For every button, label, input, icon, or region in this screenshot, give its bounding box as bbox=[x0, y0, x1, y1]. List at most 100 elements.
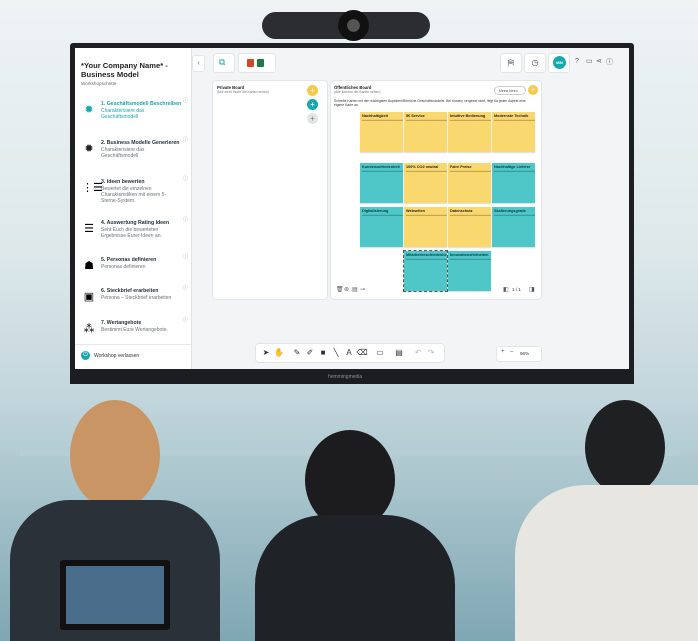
lightbulb-icon: ✹ bbox=[84, 143, 94, 155]
boards-button[interactable]: ⧉ bbox=[213, 53, 235, 73]
card-icon[interactable]: ▤ bbox=[393, 347, 405, 359]
card-title: 100% CO2 neutral bbox=[406, 165, 439, 169]
screen: *Your Company Name* - Business Model Wor… bbox=[75, 48, 629, 369]
public-board[interactable]: Öffentliches Board (Alle können die Kart… bbox=[330, 80, 542, 300]
idea-card[interactable]: Innovationsfreiheiten ━━━━━━━━━━━━━━━━━━━… bbox=[448, 251, 491, 291]
step-title: 5. Personas definieren bbox=[101, 257, 157, 263]
info-icon[interactable]: ⓘ bbox=[183, 97, 188, 104]
add-card-button[interactable]: + bbox=[307, 85, 318, 96]
idea-card[interactable]: Digitalisierung ━━━━━━━━━━━━━━━━━━━━━━━━━… bbox=[360, 207, 403, 247]
eraser-icon[interactable]: ⌫ bbox=[356, 347, 368, 359]
step-title: 6. Steckbrief erarbeiten bbox=[101, 288, 159, 294]
private-board-subtitle: (Nur sieht Ihnen die Karten sehen) bbox=[217, 90, 269, 94]
trash-icon[interactable]: 🗑 bbox=[336, 286, 344, 293]
step-5[interactable]: ☗ 5. Personas definieren Personas defini… bbox=[75, 251, 191, 285]
rectangle-icon[interactable]: ■ bbox=[317, 347, 329, 359]
redo-icon[interactable]: ↷ bbox=[425, 347, 437, 359]
zoom-level: 96% bbox=[520, 351, 530, 356]
drawing-toolbar: ➤ ✋ ✎ ✐ ■ ╲ A ⌫ ▭ ▤ ↶ ↷ bbox=[255, 343, 445, 363]
step-desc: Charakterisiere das Geschäftsmodell bbox=[101, 108, 145, 120]
prev-page-button[interactable]: ◧ bbox=[503, 286, 509, 293]
display-bottom-bar: hemmingmedia bbox=[70, 370, 634, 384]
info-icon[interactable]: ⓘ bbox=[183, 175, 188, 182]
line-icon[interactable]: ╲ bbox=[330, 347, 342, 359]
add-card-button[interactable]: + bbox=[307, 113, 318, 124]
copy-icon: ⧉ bbox=[219, 57, 226, 67]
key-icon[interactable]: ⊸ bbox=[360, 286, 365, 293]
idea-card[interactable]: Modernste Technik ━━━━━━━━━━━━━━━━━━━━━━━… bbox=[492, 112, 535, 152]
idea-card[interactable]: Nachhaltigkeit━━━━━━━━━━━━━━━━━━━━━━━━━━… bbox=[360, 112, 403, 152]
toggle-label: Meine Ideen bbox=[499, 89, 518, 93]
step-desc: Personas definieren bbox=[101, 264, 146, 270]
my-ideas-toggle[interactable]: Meine Ideen bbox=[494, 86, 526, 95]
collapse-sidebar-button[interactable]: ‹ bbox=[192, 55, 205, 72]
export-button[interactable] bbox=[238, 53, 276, 73]
brush-icon[interactable]: ✐ bbox=[304, 347, 316, 359]
cycle-icon[interactable]: ⊚ bbox=[344, 286, 349, 293]
help-icon[interactable]: ? bbox=[575, 58, 579, 65]
share-icon[interactable]: ⋖ bbox=[596, 57, 602, 65]
step-desc: Bestimmt Eure Wertangebote. bbox=[101, 327, 168, 333]
add-public-card-button[interactable]: + bbox=[528, 85, 538, 95]
public-board-subtitle: (Alle können die Karten sehen) bbox=[334, 90, 381, 94]
idea-card[interactable]: 5€ Service━━━━━━━━━━━━━━━━━━━━━━━━━━━━━━… bbox=[404, 112, 447, 152]
card-title: Datenschutz bbox=[450, 209, 473, 213]
plus-icon: + bbox=[310, 100, 315, 109]
idea-card[interactable]: Faire Preise━━━━━━━━━━━━━━━━━━━━━━━━━━━━… bbox=[448, 163, 491, 203]
step-7[interactable]: ⁂ 7. Wertangebote Bestimmt Eure Wertange… bbox=[75, 314, 191, 348]
card-title: Mitarbeiterzufriedenheit bbox=[406, 253, 447, 257]
add-card-button[interactable]: + bbox=[307, 99, 318, 110]
idea-card[interactable]: Webseiten━━━━━━━━━━━━━━━━━━━━━━━━━━━━━━━… bbox=[404, 207, 447, 247]
person-icon: ☗ bbox=[84, 260, 94, 272]
zoom-out-button[interactable]: – bbox=[510, 349, 513, 355]
image-icon[interactable]: ▭ bbox=[374, 347, 386, 359]
pointer-icon[interactable]: ➤ bbox=[260, 347, 272, 359]
pen-icon[interactable]: ✎ bbox=[291, 347, 303, 359]
card-title: Modernste Technik bbox=[494, 114, 529, 118]
zoom-in-button[interactable]: + bbox=[501, 349, 505, 355]
info-icon[interactable]: ⓘ bbox=[183, 284, 188, 291]
info-icon[interactable]: ⓘ bbox=[606, 57, 613, 67]
idea-card-selected[interactable]: Mitarbeiterzufriedenheit ━━━━━━━━━━━━━━━━… bbox=[403, 250, 448, 292]
audience-head-left bbox=[70, 400, 160, 510]
leave-workshop-button[interactable]: ⏻ Workshop verlassen bbox=[75, 344, 191, 369]
step-3[interactable]: ⋮☰ 3. Ideen bewerten Bewertet die einzel… bbox=[75, 173, 191, 213]
lightbulb-icon: ✹ bbox=[84, 104, 94, 116]
step-1[interactable]: ✹ 1. Geschäftsmodell Beschreiben Charakt… bbox=[75, 95, 191, 129]
presenter-icon: ⛿ bbox=[507, 58, 515, 68]
idea-card[interactable]: Kundenzufriedenheit ━━━━━━━━━━━━━━━━━━━━━… bbox=[360, 163, 403, 203]
info-icon[interactable]: ⓘ bbox=[183, 136, 188, 143]
card-title: Faire Preise bbox=[450, 165, 472, 169]
step-title: 7. Wertangebote bbox=[101, 320, 142, 326]
document-icon[interactable]: ▤ bbox=[352, 286, 358, 293]
hand-icon[interactable]: ✋ bbox=[273, 347, 285, 359]
text-icon[interactable]: A bbox=[343, 347, 355, 359]
profile-card-icon: ▣ bbox=[83, 291, 95, 303]
info-icon[interactable]: ⓘ bbox=[183, 253, 188, 260]
idea-card[interactable]: Nachhaltige Lieferer ━━━━━━━━━━━━━━━━━━━━… bbox=[492, 163, 535, 203]
info-icon[interactable]: ⓘ bbox=[183, 216, 188, 223]
card-title: Skalierungsgrade bbox=[494, 209, 526, 213]
step-6[interactable]: ▣ 6. Steckbrief erarbeiten Persona – Ste… bbox=[75, 282, 191, 316]
profile-button[interactable]: MM bbox=[548, 53, 570, 73]
leave-label: Workshop verlassen bbox=[94, 353, 140, 359]
zoom-control: + – 96% bbox=[496, 346, 542, 362]
card-title: Nachhaltige Lieferer bbox=[494, 165, 531, 169]
audience-body-right bbox=[515, 485, 698, 641]
timer-button[interactable]: ◷ bbox=[524, 53, 546, 73]
undo-icon[interactable]: ↶ bbox=[412, 347, 424, 359]
chat-icon[interactable]: ▭ bbox=[586, 57, 593, 65]
idea-card[interactable]: Skalierungsgrade ━━━━━━━━━━━━━━━━━━━━━━━━… bbox=[492, 207, 535, 247]
info-icon[interactable]: ⓘ bbox=[183, 316, 188, 323]
presenter-button[interactable]: ⛿ bbox=[500, 53, 522, 73]
idea-card[interactable]: Intuitive Bedienung ━━━━━━━━━━━━━━━━━━━━━… bbox=[448, 112, 491, 152]
step-2[interactable]: ✹ 2. Business Modelle Generieren Charakt… bbox=[75, 134, 191, 168]
idea-card[interactable]: Datenschutz━━━━━━━━━━━━━━━━━━━━━━━━━━━━━… bbox=[448, 207, 491, 247]
exit-icon: ⏻ bbox=[81, 351, 90, 360]
step-4[interactable]: ☰ 4. Auswertung Rating Ideen Seht Euch d… bbox=[75, 214, 191, 248]
team-icon: ⁂ bbox=[83, 323, 95, 335]
next-page-button[interactable]: ◨ bbox=[529, 286, 535, 293]
workshop-subtitle: Workshopschritte bbox=[81, 81, 117, 86]
idea-card[interactable]: 100% CO2 neutral ━━━━━━━━━━━━━━━━━━━━━━━━… bbox=[404, 163, 447, 203]
workshop-title: *Your Company Name* - Business Model bbox=[81, 61, 168, 79]
